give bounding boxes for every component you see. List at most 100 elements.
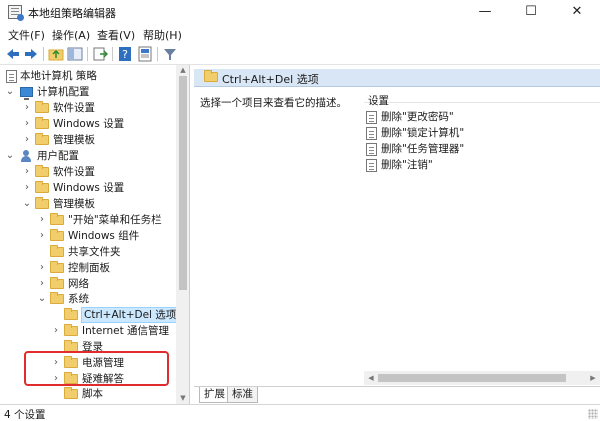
resize-grip-icon[interactable] [588, 409, 598, 419]
up-folder-icon[interactable] [48, 46, 64, 62]
menu-view[interactable]: 查看(V) [97, 27, 135, 43]
tree-label: 网络 [68, 278, 89, 290]
close-button[interactable]: ✕ [554, 0, 600, 24]
scroll-down-arrow-icon[interactable]: ▼ [176, 393, 189, 404]
expand-chevron-icon[interactable]: › [22, 116, 32, 132]
properties-icon[interactable] [137, 46, 153, 62]
export-list-icon[interactable] [92, 46, 108, 62]
svg-text:?: ? [122, 48, 128, 61]
scroll-right-arrow-icon[interactable]: ▶ [586, 371, 600, 385]
description-text: 选择一个项目来查看它的描述。 [200, 97, 347, 109]
policy-setting-icon [366, 127, 377, 140]
expand-chevron-icon[interactable]: › [22, 164, 32, 180]
toolbar-separator [43, 47, 44, 61]
folder-icon [35, 117, 49, 129]
tree-label: "开始"菜单和任务栏 [68, 214, 162, 226]
settings-column-header[interactable]: 设置 [364, 83, 600, 107]
folder-open-icon [50, 292, 64, 304]
tree-label: 共享文件夹 [68, 246, 121, 258]
tree-label: Windows 组件 [68, 230, 140, 242]
folder-icon [50, 229, 64, 241]
tab-standard[interactable]: 标准 [227, 387, 258, 403]
tree-label: 计算机配置 [37, 86, 90, 98]
expand-chevron-icon[interactable]: › [22, 100, 32, 116]
computer-icon [20, 87, 33, 100]
toolbar-separator [112, 47, 113, 61]
folder-icon [35, 165, 49, 177]
tree-pane: 本地计算机 策略 ⌄ 计算机配置 › 软件设置 › Windows 设置 › 管… [0, 65, 190, 404]
setting-label: 删除"注销" [381, 159, 433, 171]
toolbar-separator [157, 47, 158, 61]
show-hide-tree-icon[interactable] [67, 46, 83, 62]
setting-label: 删除"锁定计算机" [381, 127, 465, 139]
setting-label: 删除"任务管理器" [381, 143, 465, 155]
tree-vertical-scrollbar[interactable]: ▲ ▼ [176, 65, 189, 404]
tree-label: Windows 设置 [53, 118, 125, 130]
collapse-chevron-icon[interactable]: ⌄ [37, 291, 47, 307]
window-title: 本地组策略编辑器 [28, 7, 116, 20]
tree-label: 脚本 [82, 388, 103, 400]
folder-icon [35, 197, 49, 209]
tree-label: 软件设置 [53, 166, 95, 178]
column-header-label: 设置 [368, 95, 389, 107]
tree-label: 本地计算机 策略 [20, 70, 97, 82]
scrollbar-thumb[interactable] [179, 76, 187, 290]
expand-chevron-icon[interactable]: › [51, 323, 61, 339]
gpedit-app-icon [8, 5, 24, 21]
annotation-highlight-box [24, 351, 169, 386]
expand-chevron-icon[interactable]: › [37, 212, 47, 228]
scroll-left-arrow-icon[interactable]: ◀ [364, 371, 378, 385]
tab-extended[interactable]: 扩展 [199, 387, 230, 403]
collapse-chevron-icon[interactable]: ⌄ [22, 196, 32, 212]
tree-label: Ctrl+Alt+Del 选项 [81, 307, 180, 323]
folder-icon [35, 181, 49, 193]
toolbar-separator [87, 47, 88, 61]
collapse-chevron-icon[interactable]: ⌄ [5, 84, 15, 100]
folder-icon [204, 70, 218, 82]
menu-help[interactable]: 帮助(H) [143, 27, 182, 43]
detail-header-title: Ctrl+Alt+Del 选项 [222, 73, 319, 86]
filter-icon[interactable] [162, 46, 178, 62]
detail-pane: Ctrl+Alt+Del 选项 选择一个项目来查看它的描述。 设置 删除"更改密… [194, 65, 600, 404]
view-tabs: 扩展 标准 [194, 386, 600, 404]
folder-icon [35, 133, 49, 145]
tree-label: 控制面板 [68, 262, 110, 274]
folder-icon [64, 324, 78, 336]
collapse-chevron-icon[interactable]: ⌄ [5, 148, 15, 164]
folder-icon [35, 101, 49, 113]
tree-label: 系统 [68, 293, 89, 305]
expand-chevron-icon[interactable]: › [37, 260, 47, 276]
policy-setting-icon [366, 159, 377, 172]
minimize-button[interactable]: — [462, 0, 508, 24]
tree-label: 管理模板 [53, 198, 95, 210]
tree-label: Windows 设置 [53, 182, 125, 194]
scroll-up-arrow-icon[interactable]: ▲ [176, 65, 189, 76]
status-text: 4 个设置 [4, 409, 46, 421]
folder-icon [50, 245, 64, 257]
expand-chevron-icon[interactable]: › [37, 228, 47, 244]
tree-label: Internet 通信管理 [82, 325, 170, 337]
scrollbar-thumb[interactable] [378, 374, 566, 382]
forward-arrow-icon[interactable] [23, 46, 39, 62]
help-icon[interactable]: ? [117, 46, 133, 62]
folder-icon [50, 277, 64, 289]
detail-horizontal-scrollbar[interactable]: ◀ ▶ [364, 371, 600, 385]
folder-icon [50, 261, 64, 273]
back-arrow-icon[interactable] [5, 46, 21, 62]
menu-bar: 文件(F) 操作(A) 查看(V) 帮助(H) [0, 24, 600, 43]
toolbar: ? [0, 43, 600, 65]
title-bar: 本地组策略编辑器 — ☐ ✕ [0, 0, 600, 24]
tree-label: 软件设置 [53, 102, 95, 114]
maximize-button[interactable]: ☐ [508, 0, 554, 24]
tree-label: 用户配置 [37, 150, 79, 162]
menu-action[interactable]: 操作(A) [52, 27, 90, 43]
expand-chevron-icon[interactable]: › [22, 132, 32, 148]
expand-chevron-icon[interactable]: › [37, 276, 47, 292]
status-bar: 4 个设置 [0, 404, 600, 421]
policy-doc-icon [6, 70, 17, 83]
folder-icon [64, 308, 78, 320]
setting-label: 删除"更改密码" [381, 111, 454, 123]
menu-file[interactable]: 文件(F) [8, 27, 45, 43]
expand-chevron-icon[interactable]: › [22, 180, 32, 196]
tree-label: 管理模板 [53, 134, 95, 146]
